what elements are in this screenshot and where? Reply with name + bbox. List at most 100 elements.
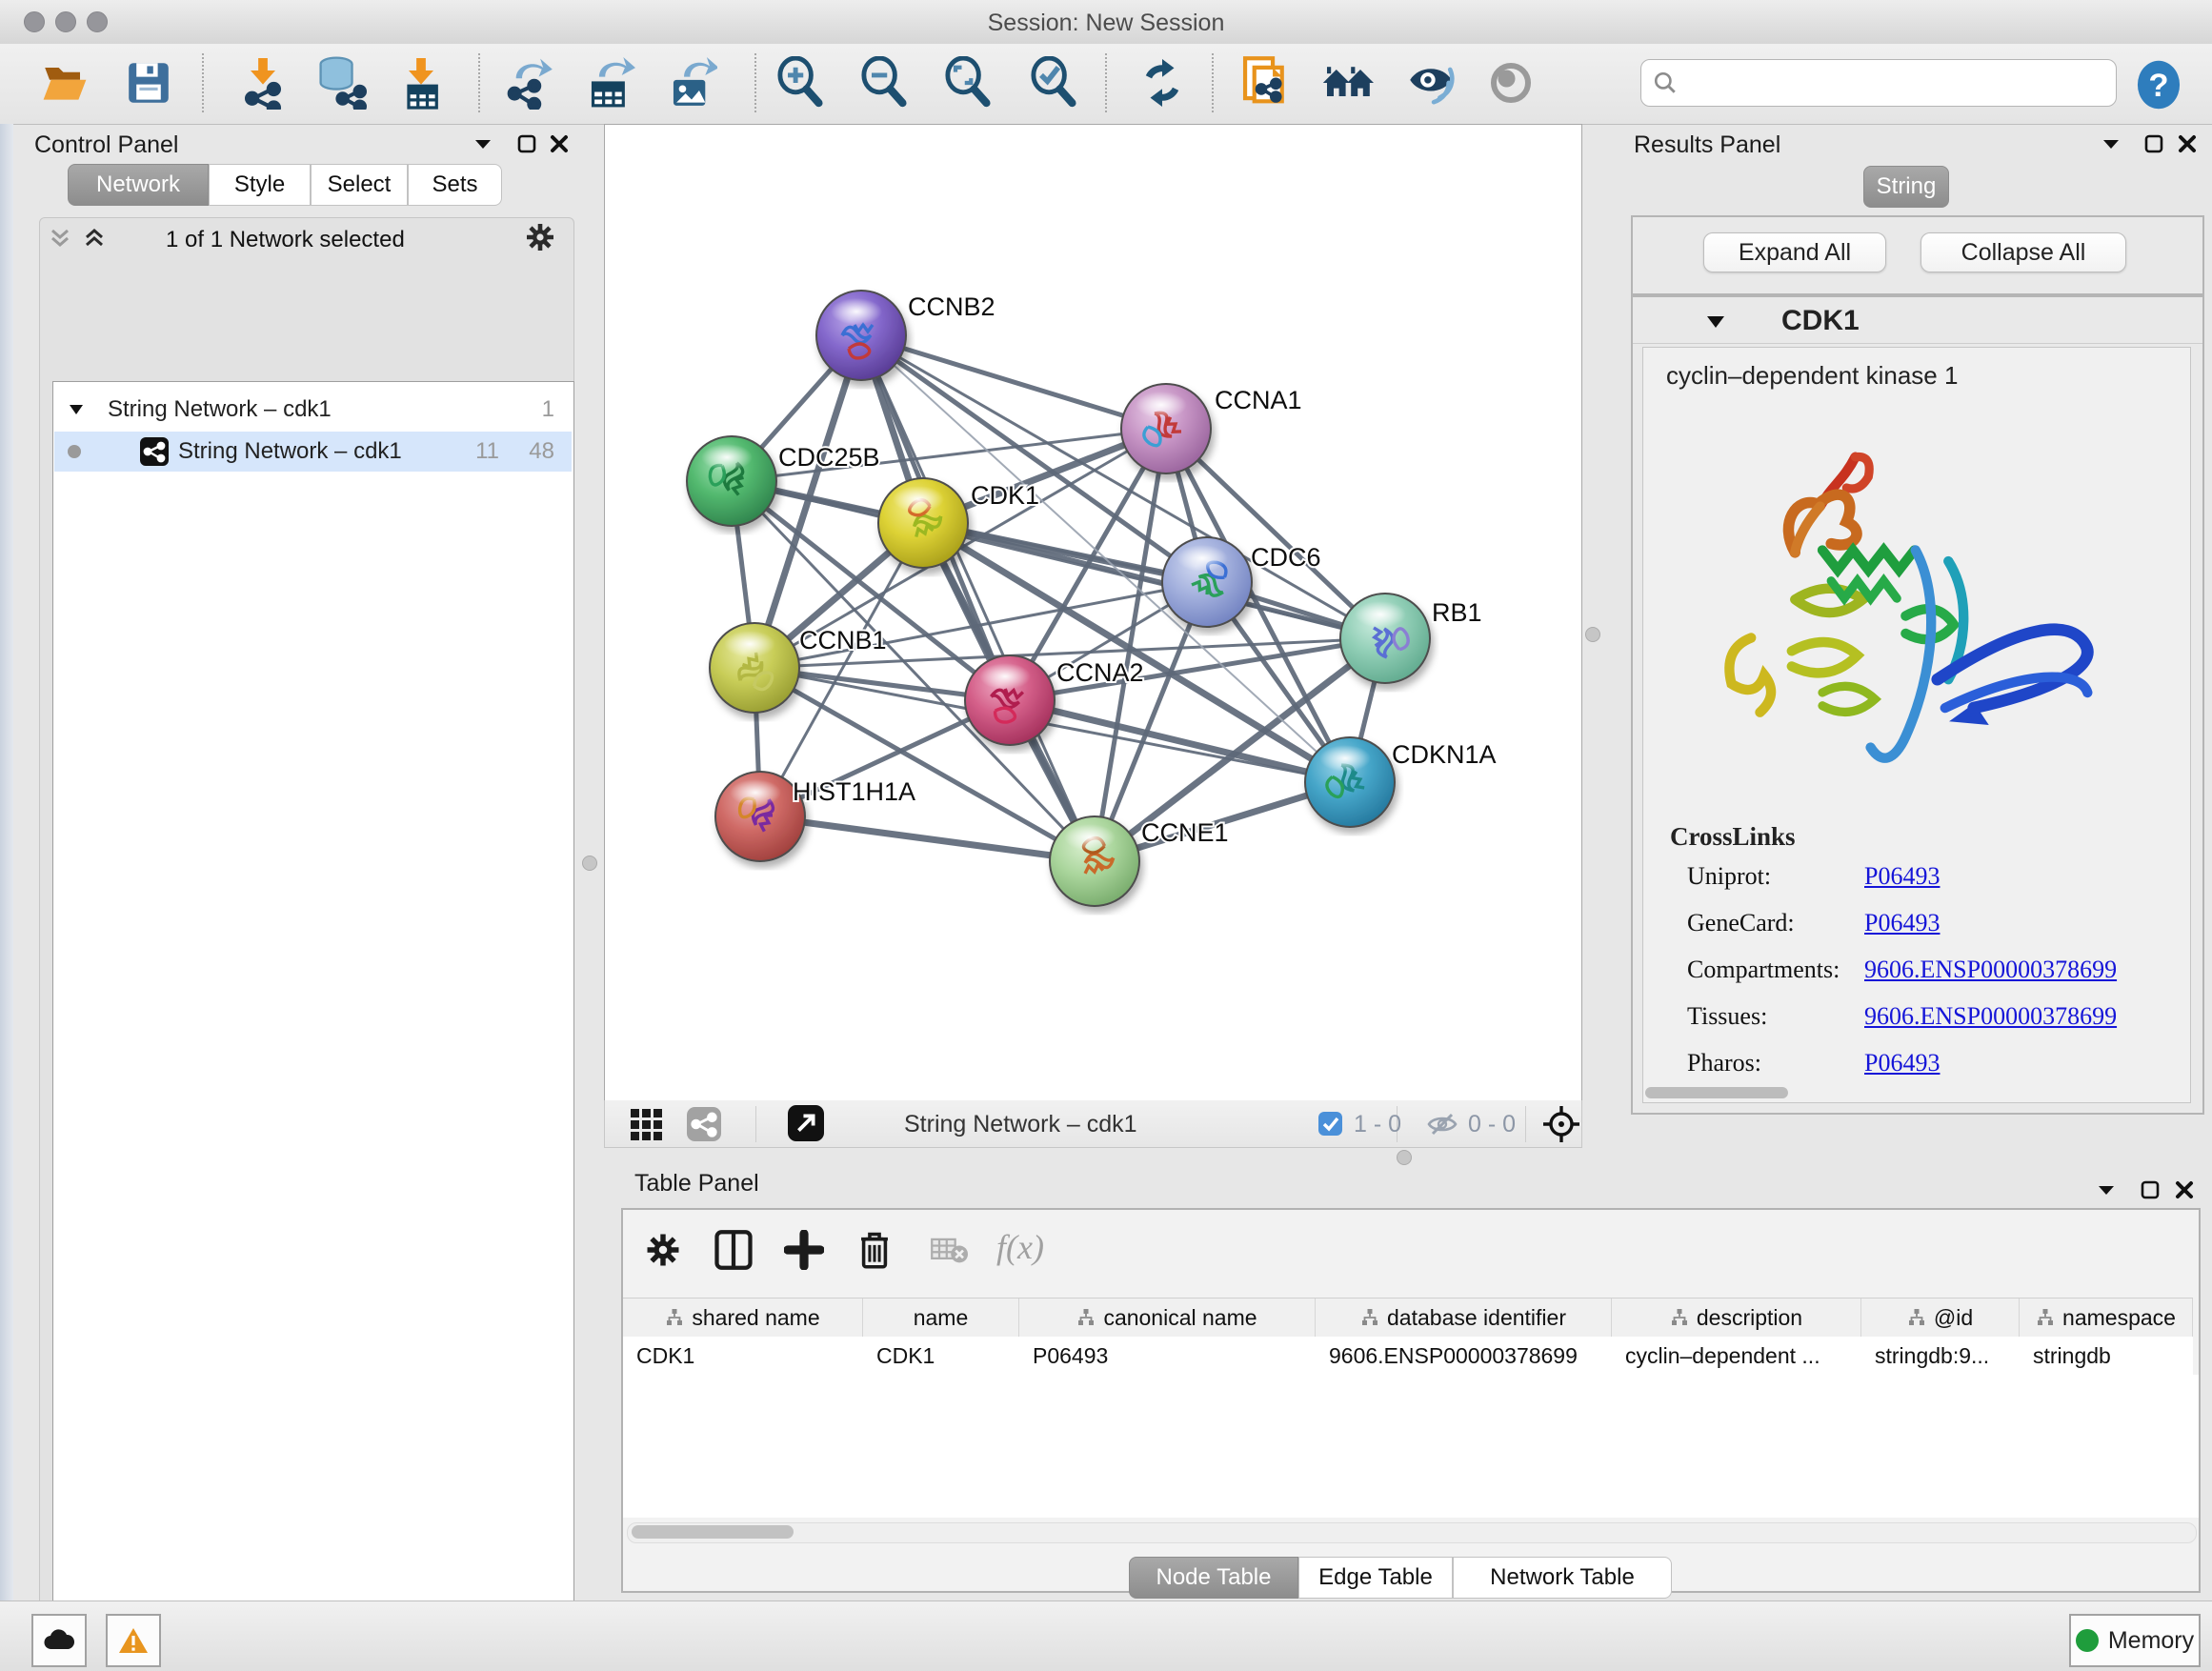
save-session-button[interactable] xyxy=(122,55,175,111)
column-header-namespace[interactable]: namespace xyxy=(2020,1299,2193,1337)
hide-show-glasses-icon[interactable] xyxy=(1404,55,1458,111)
edge-HIST1H1A-CCNE1[interactable] xyxy=(760,816,1095,861)
cell-database-identifier[interactable]: 9606.ENSP00000378699 xyxy=(1316,1337,1612,1375)
results-hscroll-thumb[interactable] xyxy=(1645,1087,1788,1098)
export-image-button[interactable] xyxy=(665,55,718,111)
results-panel-close-icon[interactable] xyxy=(2177,133,2198,154)
cell-shared-name[interactable]: CDK1 xyxy=(623,1337,863,1375)
cell-@id[interactable]: stringdb:9... xyxy=(1861,1337,2020,1375)
control-panel-menu-icon[interactable] xyxy=(473,135,493,152)
node-RB1[interactable] xyxy=(1340,594,1430,683)
zoom-in-button[interactable] xyxy=(774,55,827,111)
column-header-canonical-name[interactable]: canonical name xyxy=(1019,1299,1316,1337)
import-table-button[interactable] xyxy=(394,55,448,111)
table-delete-icon[interactable] xyxy=(848,1223,901,1277)
cdk1-collapse-icon[interactable] xyxy=(1705,312,1726,330)
edge-CCNB2-CCNA1[interactable] xyxy=(861,335,1166,429)
warning-button[interactable] xyxy=(106,1614,161,1667)
network-options-gear-icon[interactable] xyxy=(524,221,556,253)
node-CCNB1[interactable] xyxy=(710,623,799,713)
cloud-button[interactable] xyxy=(31,1614,87,1667)
hidden-eye-slash-icon[interactable] xyxy=(1426,1110,1458,1138)
cell-description[interactable]: cyclin–dependent ... xyxy=(1612,1337,1861,1375)
clone-network-button[interactable] xyxy=(1238,55,1292,111)
zoom-out-button[interactable] xyxy=(857,55,911,111)
node-CCNB2[interactable] xyxy=(816,291,906,380)
node-CCNA1[interactable] xyxy=(1121,384,1211,473)
column-header-name[interactable]: name xyxy=(863,1299,1019,1337)
export-table-button[interactable] xyxy=(583,55,636,111)
crosslink-value-link[interactable]: P06493 xyxy=(1864,909,1940,937)
table-hscroll-thumb[interactable] xyxy=(632,1525,794,1539)
table-add-icon[interactable] xyxy=(777,1223,831,1277)
cell-namespace[interactable]: stringdb xyxy=(2020,1337,2193,1375)
results-panel-float-icon[interactable] xyxy=(2143,133,2164,154)
table-body[interactable] xyxy=(623,1375,2199,1518)
cell-canonical-name[interactable]: P06493 xyxy=(1019,1337,1316,1375)
node-CDC6[interactable] xyxy=(1162,537,1252,627)
control-panel-float-icon[interactable] xyxy=(516,133,537,154)
import-network-from-database-button[interactable] xyxy=(314,55,368,111)
fit-content-button[interactable] xyxy=(941,55,995,111)
network-collection-row[interactable]: String Network – cdk1 1 xyxy=(54,390,572,430)
tab-network-table[interactable]: Network Table xyxy=(1453,1557,1672,1599)
export-network-button[interactable] xyxy=(503,55,556,111)
show-eye-icon[interactable] xyxy=(1484,55,1538,111)
expand-all-tree-icon[interactable] xyxy=(48,227,72,250)
node-CDK1[interactable] xyxy=(878,478,968,568)
crosslink-value-link[interactable]: P06493 xyxy=(1864,1049,1940,1077)
network-share-icon[interactable] xyxy=(687,1107,721,1141)
tab-string[interactable]: String xyxy=(1863,166,1949,208)
help-button[interactable]: ? xyxy=(2132,57,2185,112)
import-network-button[interactable] xyxy=(236,55,290,111)
crosslink-value-link[interactable]: 9606.ENSP00000378699 xyxy=(1864,956,2117,984)
column-header-description[interactable]: description xyxy=(1612,1299,1861,1337)
table-panel-float-icon[interactable] xyxy=(2140,1179,2161,1200)
node-HIST1H1A[interactable] xyxy=(715,772,805,861)
fit-selected-crosshair-icon[interactable] xyxy=(1540,1103,1582,1145)
node-CCNE1[interactable] xyxy=(1050,816,1139,906)
search-input[interactable] xyxy=(1678,69,2091,97)
crosslink-value-link[interactable]: P06493 xyxy=(1864,862,1940,891)
selected-checkbox-icon[interactable] xyxy=(1317,1111,1343,1137)
table-columns-icon[interactable] xyxy=(707,1223,760,1277)
table-function-builder[interactable]: f(x) xyxy=(996,1227,1044,1267)
table-row[interactable]: CDK1CDK1P064939606.ENSP00000378699cyclin… xyxy=(623,1337,2193,1375)
tab-select[interactable]: Select xyxy=(311,164,408,206)
left-splitter-handle[interactable] xyxy=(582,856,597,871)
column-header-shared-name[interactable]: shared name xyxy=(623,1299,863,1337)
home-networks-button[interactable] xyxy=(1320,55,1374,111)
node-CDKN1A[interactable] xyxy=(1305,737,1395,827)
tab-network[interactable]: Network xyxy=(68,164,209,206)
zoom-selected-button[interactable] xyxy=(1027,55,1080,111)
open-session-button[interactable] xyxy=(38,55,91,111)
table-remove-column-icon[interactable] xyxy=(922,1223,975,1277)
open-in-window-icon[interactable] xyxy=(788,1105,824,1141)
memory-button[interactable]: Memory xyxy=(2069,1614,2201,1667)
birdseye-grid-icon[interactable] xyxy=(630,1108,664,1140)
expand-all-button[interactable]: Expand All xyxy=(1703,232,1886,272)
collapse-all-button[interactable]: Collapse All xyxy=(1920,232,2126,272)
table-panel-close-icon[interactable] xyxy=(2174,1179,2195,1200)
column-header-@id[interactable]: @id xyxy=(1861,1299,2020,1337)
cell-name[interactable]: CDK1 xyxy=(863,1337,1019,1375)
node-CDC25B[interactable] xyxy=(687,436,776,526)
tab-edge-table[interactable]: Edge Table xyxy=(1298,1557,1453,1599)
tab-node-table[interactable]: Node Table xyxy=(1129,1557,1298,1599)
right-splitter-handle[interactable] xyxy=(1585,627,1600,642)
column-header-database-identifier[interactable]: database identifier xyxy=(1316,1299,1612,1337)
bottom-splitter-handle[interactable] xyxy=(1397,1150,1412,1165)
table-hscroll[interactable] xyxy=(627,1522,2197,1543)
table-panel-menu-icon[interactable] xyxy=(2096,1181,2117,1198)
collapse-all-tree-icon[interactable] xyxy=(82,227,107,250)
refresh-button[interactable] xyxy=(1136,55,1189,111)
crosslink-value-link[interactable]: 9606.ENSP00000378699 xyxy=(1864,1002,2117,1031)
control-panel-close-icon[interactable] xyxy=(549,133,570,154)
tree-expander-icon[interactable] xyxy=(68,402,87,417)
results-panel-menu-icon[interactable] xyxy=(2101,135,2122,152)
table-gear-icon[interactable] xyxy=(636,1223,690,1277)
cdk1-header-row[interactable]: CDK1 xyxy=(1633,297,2202,344)
network-row[interactable]: String Network – cdk1 11 48 xyxy=(54,432,572,472)
tab-style[interactable]: Style xyxy=(209,164,311,206)
network-canvas[interactable]: CCNB2CCNA1CDC25BCDK1CDC6RB1CCNB1CCNA2CDK… xyxy=(604,124,1582,1102)
